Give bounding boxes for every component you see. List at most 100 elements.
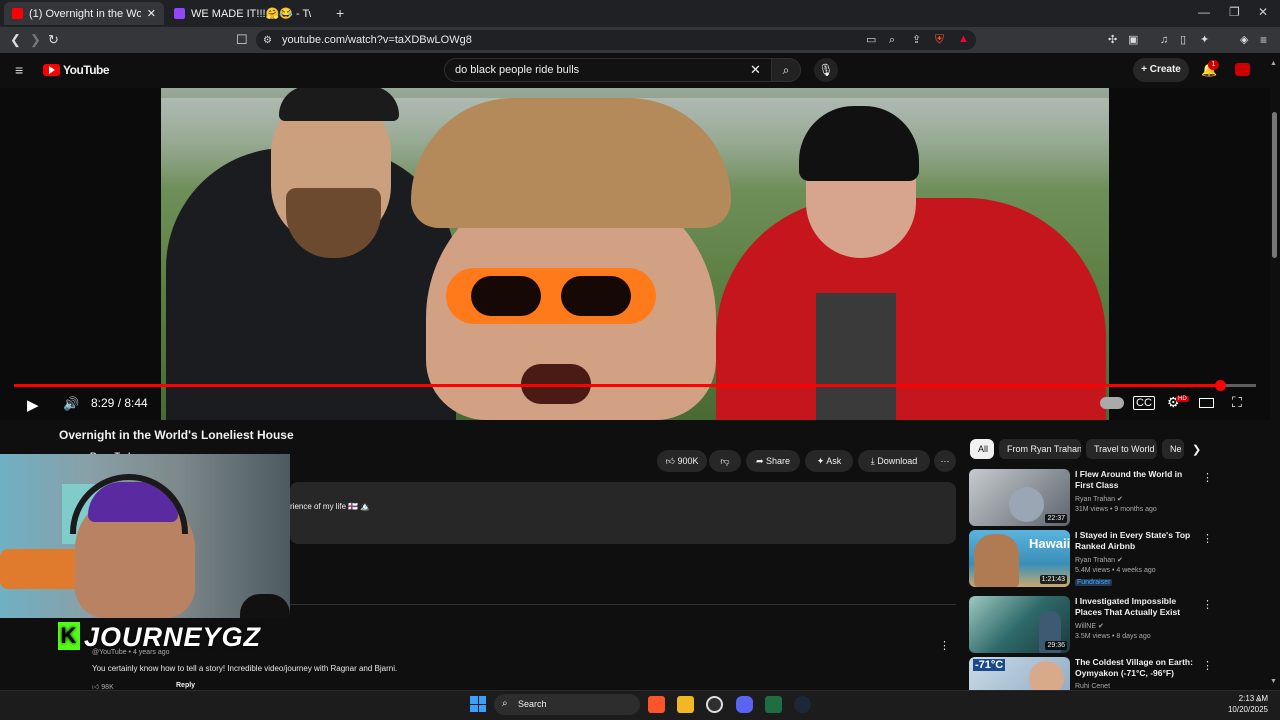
- zoom-icon[interactable]: ⌕: [889, 33, 895, 47]
- duration-badge: 22:37: [1045, 514, 1067, 523]
- comment-menu-icon[interactable]: ⋮: [939, 639, 950, 652]
- voice-search-button[interactable]: 🎙: [814, 58, 838, 82]
- progress-scrubber[interactable]: [1214, 380, 1226, 391]
- video-player[interactable]: [0, 88, 1270, 420]
- fundraiser-badge: Fundraiser: [1075, 579, 1113, 586]
- theater-mode-icon[interactable]: [1199, 398, 1214, 408]
- bookmark-icon[interactable]: ☐: [236, 33, 248, 47]
- autoplay-toggle[interactable]: [1100, 397, 1124, 409]
- brand-text: JOURNEYGZ: [84, 622, 262, 652]
- thumbnail-text: Hawaii: [1029, 536, 1070, 551]
- like-button[interactable]: 👍︎ 900K: [657, 450, 707, 472]
- maximize-icon[interactable]: ❐: [1229, 5, 1240, 19]
- progress-bar[interactable]: [14, 384, 1256, 387]
- download-button[interactable]: ⤓ Download: [858, 450, 930, 472]
- close-tab-icon[interactable]: ✕: [147, 7, 156, 20]
- discord-app-icon[interactable]: [736, 696, 753, 713]
- more-options-icon[interactable]: ⋮: [1202, 659, 1213, 672]
- clear-search-icon[interactable]: ✕: [750, 62, 761, 78]
- chip-more[interactable]: Ne: [1162, 439, 1184, 459]
- search-button[interactable]: ⌕: [771, 58, 801, 82]
- description-box[interactable]: rience of my life 🇫🇴 🏔️: [290, 482, 956, 544]
- hamburger-menu-icon[interactable]: ≡: [15, 63, 23, 77]
- create-button[interactable]: + Create: [1133, 58, 1189, 82]
- video-thumbnail[interactable]: 22:37: [969, 469, 1070, 526]
- dislike-button[interactable]: 👎︎: [709, 450, 741, 472]
- recommendation-item[interactable]: Hawaii 1:21:43 I Stayed in Every State's…: [969, 530, 1269, 588]
- ask-button[interactable]: ✦ Ask: [805, 450, 853, 472]
- scroll-up-icon[interactable]: ▲: [1270, 60, 1277, 67]
- avatar[interactable]: [1235, 63, 1250, 76]
- recommendation-title: I Stayed in Every State's Top Ranked Air…: [1075, 530, 1191, 551]
- chip-travel[interactable]: Travel to World: [1086, 439, 1157, 459]
- play-icon[interactable]: ▶: [27, 396, 39, 414]
- recommendation-item[interactable]: 22:37 I Flew Around the World in First C…: [969, 469, 1269, 527]
- more-options-icon[interactable]: ⋮: [1202, 598, 1213, 611]
- video-frame[interactable]: [161, 88, 1109, 420]
- description-text: rience of my life 🇫🇴 🏔️: [290, 502, 371, 511]
- comment-handle: @YouTube • 4 years ago: [92, 649, 170, 656]
- recommendation-title: I Flew Around the World in First Class: [1075, 469, 1183, 490]
- video-thumbnail[interactable]: -71°C: [969, 657, 1070, 690]
- thumbs-up-icon: 👍︎: [665, 456, 675, 466]
- sidebar-icon[interactable]: ▯: [1180, 33, 1186, 47]
- excel-app-icon[interactable]: [765, 696, 782, 713]
- taskbar-search[interactable]: Search: [494, 694, 640, 715]
- comment-text: You certainly know how to tell a story! …: [92, 664, 398, 673]
- menu-icon[interactable]: ≡: [1260, 33, 1267, 47]
- share-button[interactable]: ➦ Share: [746, 450, 800, 472]
- youtube-wordmark: YouTube: [63, 63, 110, 77]
- twitch-favicon-icon: [174, 8, 185, 19]
- chip-all[interactable]: All: [970, 439, 994, 459]
- new-tab-icon[interactable]: +: [336, 5, 344, 21]
- tab-twitch[interactable]: WE MADE IT!!!🤗😂 - Twitch: [166, 2, 332, 25]
- minimize-icon[interactable]: —: [1198, 5, 1210, 19]
- brave-app-icon[interactable]: [648, 696, 665, 713]
- search-input[interactable]: do black people ride bulls: [444, 58, 772, 82]
- share-page-icon[interactable]: ⇪: [912, 33, 921, 47]
- wallet-icon[interactable]: ▣: [1128, 33, 1138, 47]
- vpn-icon[interactable]: ◈: [1240, 33, 1248, 47]
- start-button-icon[interactable]: [470, 696, 486, 712]
- clock-time: 2:13 AM: [1238, 694, 1268, 703]
- youtube-logo[interactable]: YouTube: [43, 63, 110, 77]
- recommendation-channel: Ryan Trahan ✔: [1075, 496, 1123, 503]
- steam-app-icon[interactable]: [794, 696, 811, 713]
- recommendation-item[interactable]: -71°C The Coldest Village on Earth: Oymy…: [969, 657, 1269, 690]
- extensions-icon[interactable]: ✣: [1108, 33, 1117, 47]
- reply-button[interactable]: Reply: [176, 682, 195, 689]
- site-info-icon[interactable]: ⚙: [263, 34, 272, 48]
- screen-share-icon[interactable]: ▭: [866, 33, 876, 47]
- back-icon[interactable]: ❮: [10, 33, 21, 47]
- brave-shield-icon[interactable]: ⛨: [935, 32, 944, 46]
- volume-icon[interactable]: 🔊: [63, 396, 79, 412]
- video-thumbnail[interactable]: 29:36: [969, 596, 1070, 653]
- more-options-icon[interactable]: ⋮: [1202, 471, 1213, 484]
- taskbar-clock[interactable]: 2:13 AM 10/20/2025: [1228, 693, 1268, 715]
- tab-title: (1) Overnight in the World's Loneliest H…: [29, 7, 141, 20]
- scroll-down-icon[interactable]: ▼: [1270, 678, 1277, 685]
- close-window-icon[interactable]: ✕: [1258, 5, 1268, 19]
- forward-icon[interactable]: ❯: [30, 33, 41, 47]
- more-actions-button[interactable]: ⋯: [934, 450, 956, 472]
- file-explorer-icon[interactable]: [677, 696, 694, 713]
- video-thumbnail[interactable]: Hawaii 1:21:43: [969, 530, 1070, 587]
- tab-youtube[interactable]: (1) Overnight in the World's Loneliest H…: [4, 2, 164, 25]
- more-options-icon[interactable]: ⋮: [1202, 532, 1213, 545]
- page-scrollbar-thumb[interactable]: [1272, 112, 1277, 258]
- recommendation-channel: WillNE ✔: [1075, 623, 1104, 630]
- captions-icon[interactable]: CC: [1133, 396, 1155, 410]
- fullscreen-icon[interactable]: ⛶: [1232, 394, 1242, 411]
- duration-badge: 29:36: [1045, 641, 1067, 650]
- recommendation-item[interactable]: 29:36 I Investigated Impossible Places T…: [969, 596, 1269, 654]
- chevron-right-icon[interactable]: ❯: [1192, 443, 1201, 456]
- download-label: Download: [877, 456, 918, 466]
- leo-icon[interactable]: ✦: [1200, 33, 1209, 47]
- media-icon[interactable]: ♫: [1160, 33, 1168, 47]
- brave-rewards-icon[interactable]: ▲: [958, 32, 969, 46]
- chip-from-channel[interactable]: From Ryan Trahan: [999, 439, 1081, 459]
- reload-icon[interactable]: ↻: [48, 33, 59, 47]
- windows-taskbar: [0, 690, 1280, 720]
- search-icon: ⌕: [782, 63, 790, 77]
- obs-app-icon[interactable]: [706, 696, 723, 713]
